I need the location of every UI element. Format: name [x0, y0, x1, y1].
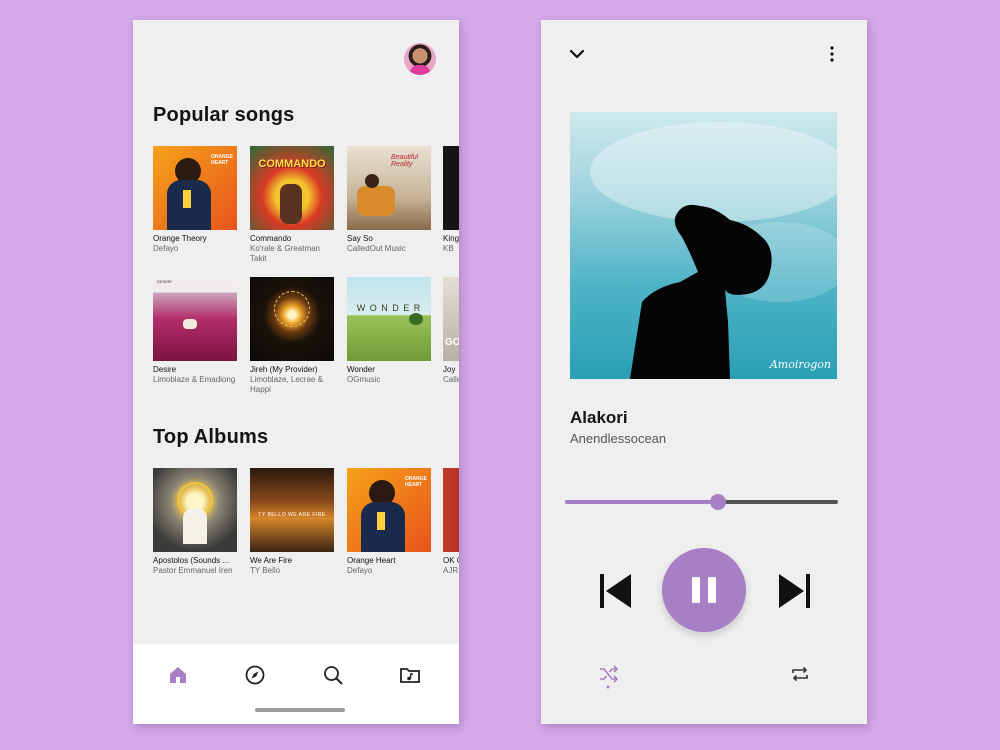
song-card[interactable]: GO Joy Calle: [443, 277, 459, 385]
compass-icon[interactable]: [244, 664, 266, 686]
song-artist: Limoblaze & Emadiong: [153, 375, 236, 384]
track-artist: Anendlessocean: [570, 431, 667, 446]
song-card[interactable]: ORANGE HEART Orange Theory Defayo: [153, 146, 237, 254]
album-cover: [443, 468, 459, 552]
progress-handle[interactable]: [709, 494, 726, 510]
song-title: Jireh (My Provider): [250, 365, 318, 374]
song-card[interactable]: W O N D E R Wonder OGmusic: [347, 277, 431, 385]
song-card[interactable]: King KB: [443, 146, 459, 254]
song-artist: CalledOut Music: [347, 244, 406, 253]
album-title: Apostolos (Sounds ...: [153, 556, 230, 565]
song-title: Desire: [153, 365, 177, 374]
popular-songs-row-1: ORANGE HEART Orange Theory Defayo COMMAN…: [153, 146, 459, 276]
top-albums-row: Apostolos (Sounds ... Pastor Emmanuel Ir…: [153, 468, 459, 598]
album-artist: AJR: [443, 566, 459, 575]
song-title: Say So: [347, 234, 373, 243]
song-title: Joy: [443, 365, 456, 374]
album-cover: [250, 277, 334, 361]
repeat-icon[interactable]: [790, 664, 810, 689]
skip-next-icon[interactable]: [777, 572, 811, 615]
album-artist: TY Bello: [250, 566, 281, 575]
album-title: We Are Fire: [250, 556, 293, 565]
song-card[interactable]: Beautiful Reality Say So CalledOut Music: [347, 146, 431, 254]
album-artist: Defayo: [347, 566, 373, 575]
album-cover: ORANGE HEART: [347, 468, 431, 552]
bottom-navigation: [133, 644, 459, 724]
music-folder-icon[interactable]: [399, 664, 421, 686]
song-artist: KB: [443, 244, 454, 253]
artwork-signature: Amoirogon: [769, 358, 831, 371]
album-card[interactable]: TY BELLO WE ARE FIRE We Are Fire TY Bell…: [250, 468, 334, 576]
song-card[interactable]: COMMANDO Commando Ko'rale & Greatman Tak…: [250, 146, 334, 264]
album-cover: Beautiful Reality: [347, 146, 431, 230]
album-card[interactable]: Apostolos (Sounds ... Pastor Emmanuel Ir…: [153, 468, 237, 576]
shuffle-icon[interactable]: [598, 664, 620, 695]
home-icon[interactable]: [167, 664, 189, 686]
profile-avatar[interactable]: [404, 43, 436, 75]
song-title: Wonder: [347, 365, 375, 374]
song-artist: Calle: [443, 375, 459, 384]
now-playing-screen: Amoirogon Alakori Anendlessocean: [541, 20, 867, 724]
skip-previous-icon[interactable]: [599, 572, 633, 615]
album-cover: DESIRE: [153, 277, 237, 361]
album-card[interactable]: ORANGE HEART Orange Heart Defayo: [347, 468, 431, 576]
song-title: Commando: [250, 234, 292, 243]
popular-songs-row-2: DESIRE Desire Limoblaze & Emadiong Jireh…: [153, 277, 459, 407]
album-cover: [443, 146, 459, 230]
track-title: Alakori: [570, 408, 628, 427]
library-screen: Popular songs ORANGE HEART Orange Theory…: [133, 20, 459, 724]
album-cover: W O N D E R: [347, 277, 431, 361]
progress-slider[interactable]: [565, 494, 838, 510]
album-cover: [153, 468, 237, 552]
more-vert-icon[interactable]: [827, 45, 837, 68]
album-cover: TY BELLO WE ARE FIRE: [250, 468, 334, 552]
song-title: Orange Theory: [153, 234, 207, 243]
song-title: King: [443, 234, 459, 243]
album-artwork: Amoirogon: [570, 112, 837, 379]
song-artist: Defayo: [153, 244, 179, 253]
album-card[interactable]: OK G AJR: [443, 468, 459, 576]
album-cover: COMMANDO: [250, 146, 334, 230]
song-card[interactable]: DESIRE Desire Limoblaze & Emadiong: [153, 277, 237, 385]
album-cover: ORANGE HEART: [153, 146, 237, 230]
home-indicator: [255, 708, 345, 712]
song-artist: OGmusic: [347, 375, 381, 384]
search-icon[interactable]: [322, 664, 344, 686]
song-artist: Ko'rale & Greatman Takit: [250, 244, 321, 263]
progress-fill: [565, 500, 718, 504]
top-albums-title: Top Albums: [153, 426, 269, 448]
album-title: Orange Heart: [347, 556, 396, 565]
pause-icon: [692, 577, 716, 603]
album-artist: Pastor Emmanuel Iren: [153, 566, 233, 575]
album-title: OK G: [443, 556, 459, 565]
album-cover: GO: [443, 277, 459, 361]
song-card[interactable]: Jireh (My Provider) Limoblaze, Lecrae & …: [250, 277, 334, 395]
chevron-down-icon[interactable]: [568, 45, 586, 68]
song-artist: Limoblaze, Lecrae & Happi: [250, 375, 323, 394]
popular-songs-title: Popular songs: [153, 104, 295, 126]
pause-button[interactable]: [662, 548, 746, 632]
